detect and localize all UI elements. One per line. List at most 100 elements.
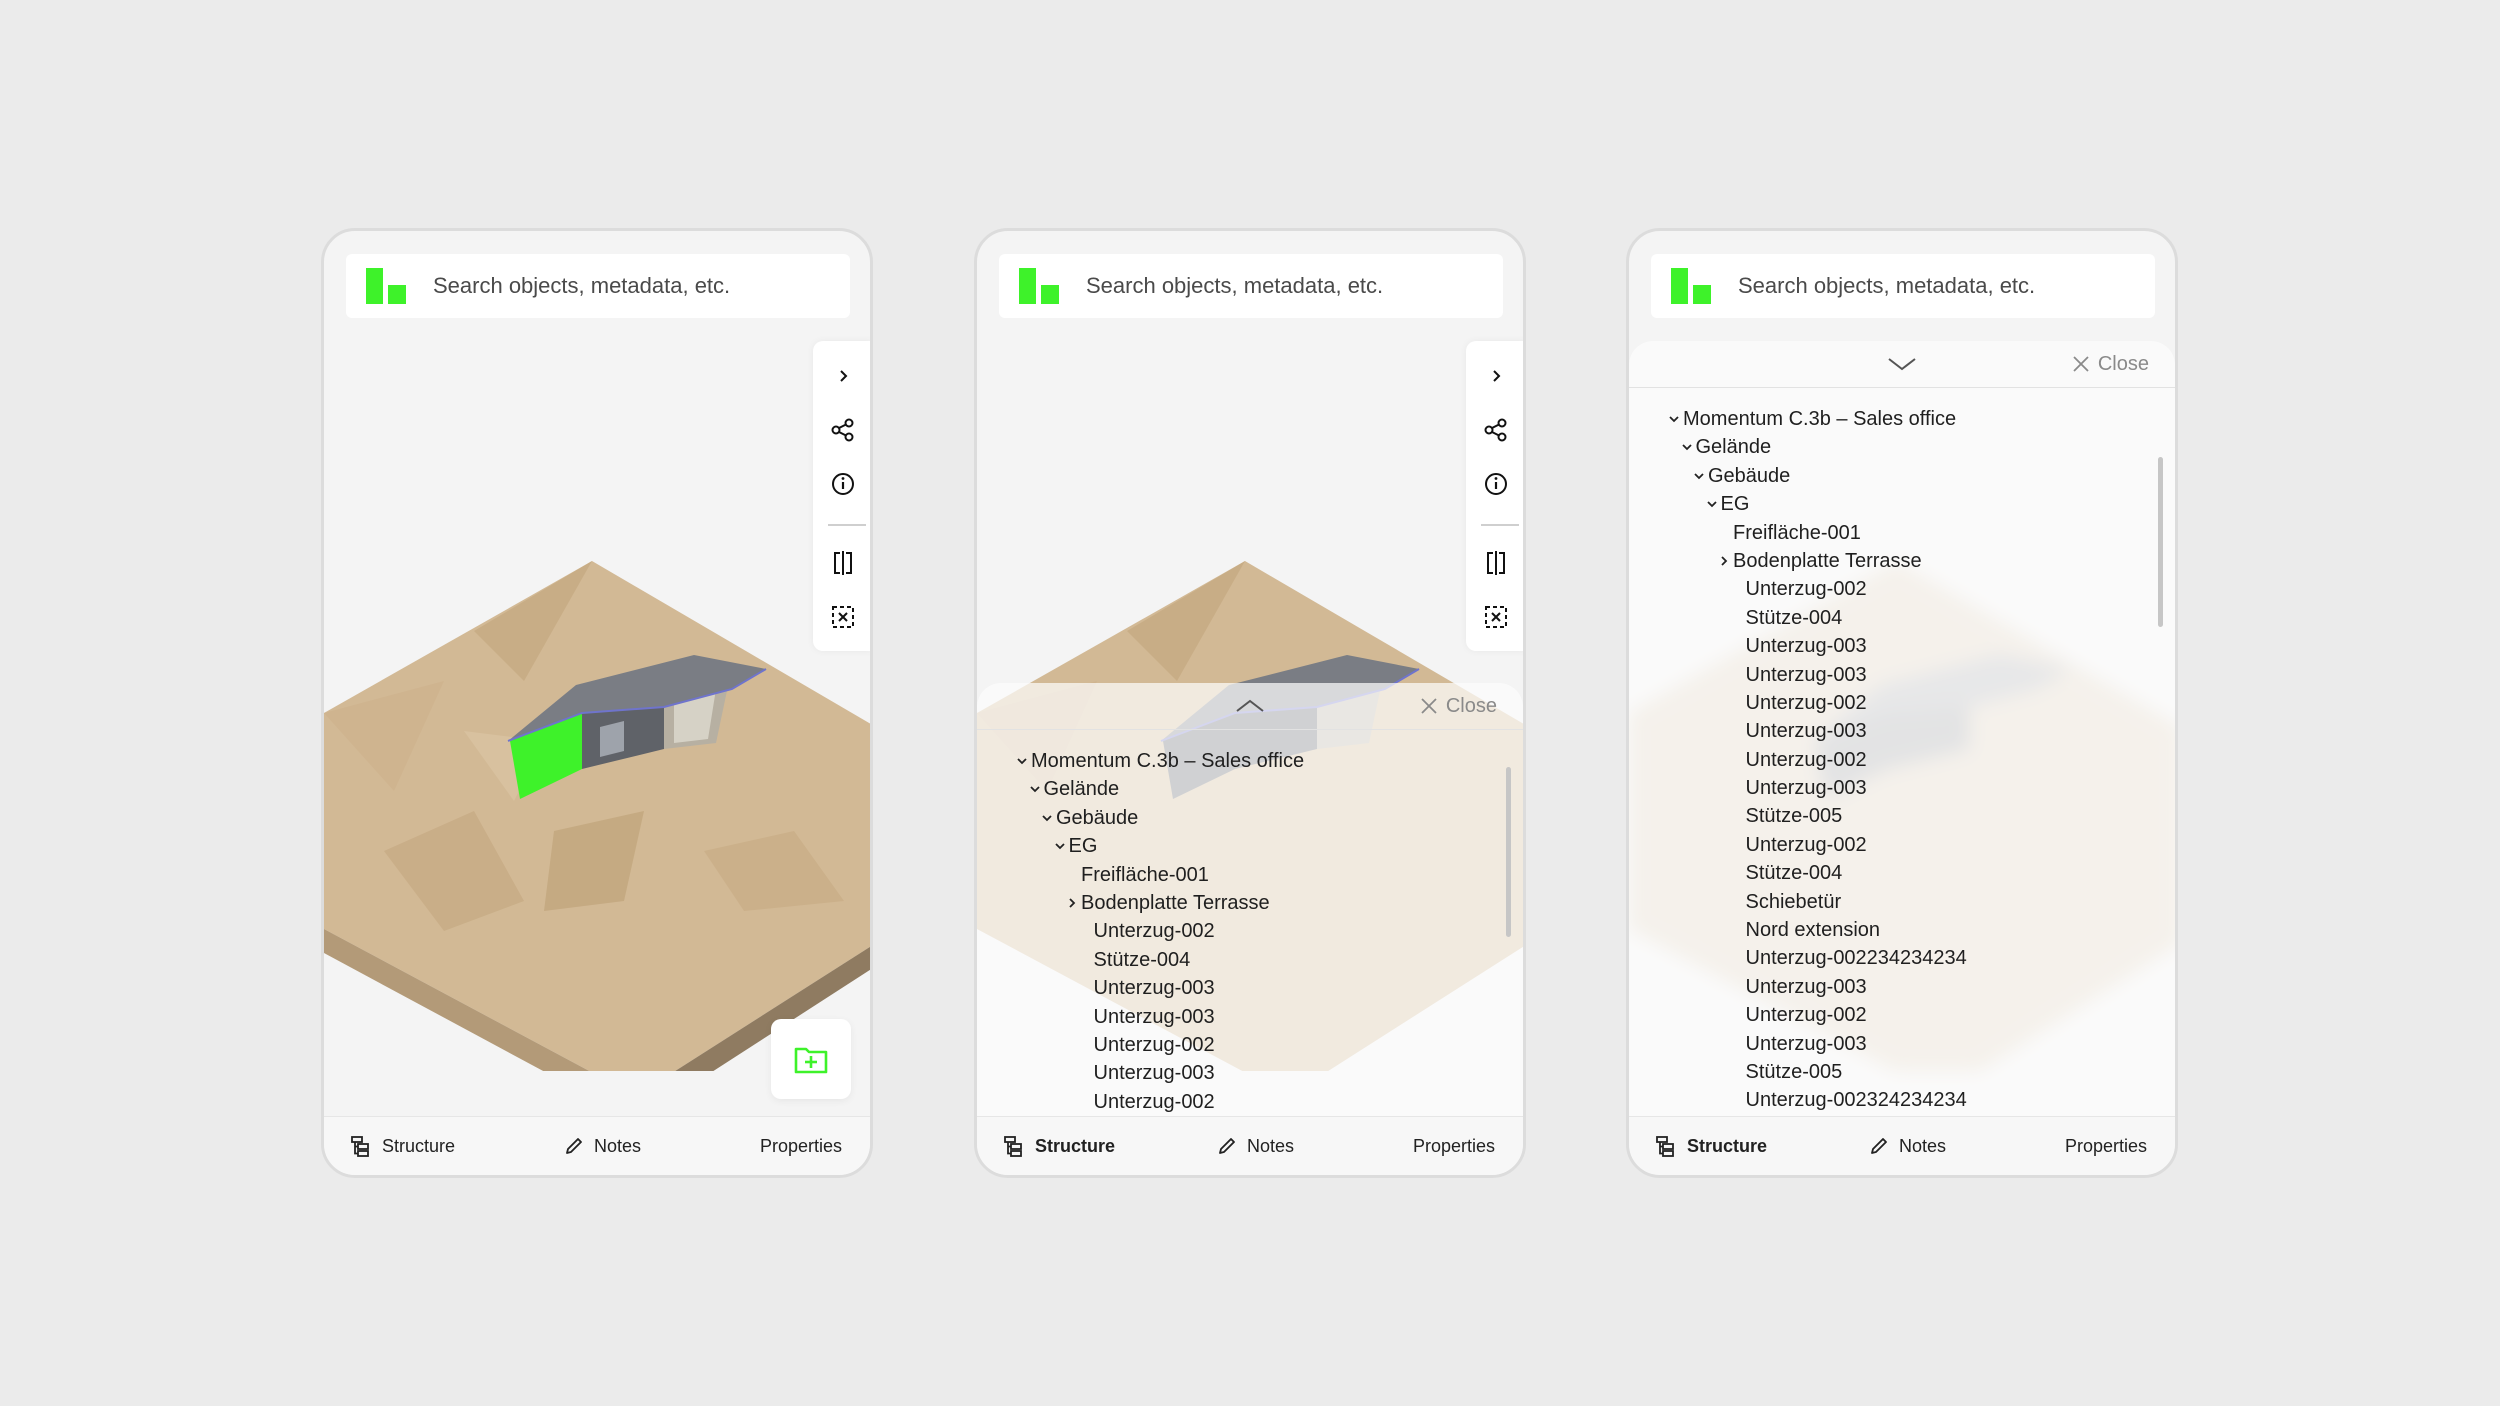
tab-notes[interactable]: Notes <box>564 1117 641 1175</box>
chevron-up-icon[interactable] <box>1235 695 1265 717</box>
search-bar[interactable]: Search objects, metadata, etc. <box>346 254 850 318</box>
toolbar-divider <box>1481 524 1519 526</box>
chevron-right-icon[interactable] <box>1065 889 1079 917</box>
tree-item[interactable]: Schiebetür <box>1629 888 2175 916</box>
split-view-icon <box>834 551 852 575</box>
structure-sheet: Close Momentum C.3b – Sales office Geländ… <box>1629 341 2175 1123</box>
tree-item[interactable]: Gelände <box>977 775 1523 803</box>
tree-item[interactable]: Unterzug-002 <box>977 1031 1523 1059</box>
scrollbar[interactable] <box>2158 457 2163 627</box>
tree-item[interactable]: Gelände <box>1629 433 2175 461</box>
tab-structure-label: Structure <box>1035 1135 1116 1156</box>
tree-item-label: Unterzug-002 <box>1093 920 1215 943</box>
clear-selection-button[interactable] <box>1466 592 1523 642</box>
tree-item[interactable]: Stütze-004 <box>977 946 1523 974</box>
split-view-button[interactable] <box>1466 538 1523 588</box>
tree-item[interactable]: Unterzug-002 <box>1629 1001 2175 1029</box>
chevron-down-icon[interactable] <box>1028 775 1042 803</box>
tree-item[interactable]: Unterzug-003 <box>977 974 1523 1002</box>
share-button[interactable] <box>1466 405 1523 455</box>
tree-item[interactable]: Unterzug-003 <box>1629 632 2175 660</box>
chevron-right-icon <box>840 370 848 382</box>
tree-item[interactable]: Unterzug-002 <box>977 1088 1523 1116</box>
chevron-down-icon[interactable] <box>1705 490 1719 518</box>
tree-item[interactable]: Stütze-005 <box>1629 802 2175 830</box>
tree-item[interactable]: Stütze-004 <box>1629 604 2175 632</box>
tree-item[interactable]: Unterzug-002 <box>1629 746 2175 774</box>
tree-item[interactable]: Gebäude <box>1629 462 2175 490</box>
tree-item[interactable]: Unterzug-002 <box>1629 689 2175 717</box>
tree-item[interactable]: Stütze-004 <box>1629 859 2175 887</box>
tree-item[interactable]: Unterzug-002 <box>1629 831 2175 859</box>
chevron-down-icon[interactable] <box>1692 462 1706 490</box>
tree-item-label: Bodenplatte Terrasse <box>1081 891 1270 914</box>
phone-viewer-half-sheet: Search objects, metadata, etc. Close Mom… <box>974 228 1526 1178</box>
tab-notes[interactable]: Notes <box>1869 1117 1946 1175</box>
split-view-button[interactable] <box>813 538 870 588</box>
scrollbar[interactable] <box>1506 767 1511 937</box>
share-button[interactable] <box>813 405 870 455</box>
close-button[interactable]: Close <box>1420 683 1497 729</box>
bottom-nav: Structure Notes Properties <box>324 1116 870 1175</box>
tree-item[interactable]: Gebäude <box>977 804 1523 832</box>
search-bar[interactable]: Search objects, metadata, etc. <box>1651 254 2155 318</box>
tree-item-label: Unterzug-003 <box>1093 1005 1215 1028</box>
tree-item[interactable]: Unterzug-002 <box>977 917 1523 945</box>
tree-item[interactable]: Unterzug-003 <box>1629 717 2175 745</box>
tree-item[interactable]: Unterzug-003 <box>1629 973 2175 1001</box>
chevron-right-icon[interactable] <box>1717 547 1731 575</box>
chevron-down-icon[interactable] <box>1040 804 1054 832</box>
share-icon <box>1484 418 1507 442</box>
search-input[interactable]: Search objects, metadata, etc. <box>1738 254 2035 318</box>
tab-properties[interactable]: Properties <box>760 1117 842 1175</box>
3d-viewport[interactable] <box>324 431 873 1071</box>
tab-properties[interactable]: Properties <box>2065 1117 2147 1175</box>
tree-item[interactable]: Unterzug-003 <box>977 1003 1523 1031</box>
tree-item-label: Freifläche-001 <box>1081 863 1209 886</box>
chevron-down-icon[interactable] <box>1667 405 1681 433</box>
tree-item[interactable]: Nord extension <box>1629 916 2175 944</box>
tree-item[interactable]: Unterzug-002324234234 <box>1629 1086 2175 1114</box>
tree-item[interactable]: Unterzug-003 <box>1629 661 2175 689</box>
tree-item[interactable]: EG <box>977 832 1523 860</box>
search-input[interactable]: Search objects, metadata, etc. <box>1086 254 1383 318</box>
tree-item[interactable]: Momentum C.3b – Sales office <box>977 747 1523 775</box>
close-label: Close <box>1445 694 1497 717</box>
search-bar[interactable]: Search objects, metadata, etc. <box>999 254 1503 318</box>
sheet-header: Close <box>977 683 1523 730</box>
expand-toolbar-button[interactable] <box>1466 351 1523 401</box>
phone-viewer-full-sheet: Search objects, metadata, etc. Close Mom… <box>1626 228 2178 1178</box>
add-folder-button[interactable] <box>771 1019 851 1099</box>
add-folder-icon <box>794 1047 828 1074</box>
tree-item[interactable]: Freifläche-001 <box>977 861 1523 889</box>
chevron-right-icon <box>1493 370 1501 382</box>
tree-item[interactable]: EG <box>1629 490 2175 518</box>
tree-item[interactable]: Unterzug-002234234234 <box>1629 944 2175 972</box>
tab-structure[interactable]: Structure <box>350 1117 455 1175</box>
tree-item[interactable]: Unterzug-003 <box>977 1059 1523 1087</box>
tree-item[interactable]: Momentum C.3b – Sales office <box>1629 405 2175 433</box>
tree-item-label: Unterzug-002 <box>1745 833 1867 856</box>
tree-item[interactable]: Bodenplatte Terrasse <box>977 889 1523 917</box>
tree-item[interactable]: Freifläche-001 <box>1629 519 2175 547</box>
tab-structure[interactable]: Structure <box>1003 1117 1115 1175</box>
tree-item[interactable]: Unterzug-003 <box>1629 774 2175 802</box>
tab-structure[interactable]: Structure <box>1655 1117 1767 1175</box>
tree-item[interactable]: Unterzug-003 <box>1629 1030 2175 1058</box>
info-button[interactable] <box>1466 459 1523 509</box>
chevron-down-icon[interactable] <box>1887 353 1917 375</box>
expand-toolbar-button[interactable] <box>813 351 870 401</box>
tree-item[interactable]: Unterzug-002 <box>1629 575 2175 603</box>
clear-selection-button[interactable] <box>813 592 870 642</box>
tab-notes[interactable]: Notes <box>1217 1117 1294 1175</box>
search-input[interactable]: Search objects, metadata, etc. <box>433 254 730 318</box>
tree-item[interactable]: Bodenplatte Terrasse <box>1629 547 2175 575</box>
tab-properties[interactable]: Properties <box>1413 1117 1495 1175</box>
info-button[interactable] <box>813 459 870 509</box>
tree-item[interactable]: Stütze-005 <box>1629 1058 2175 1086</box>
chevron-down-icon[interactable] <box>1680 433 1694 461</box>
close-button[interactable]: Close <box>2072 341 2149 387</box>
chevron-down-icon[interactable] <box>1053 832 1067 860</box>
chevron-down-icon[interactable] <box>1015 747 1029 775</box>
tree-item-label: Unterzug-003 <box>1745 663 1867 686</box>
